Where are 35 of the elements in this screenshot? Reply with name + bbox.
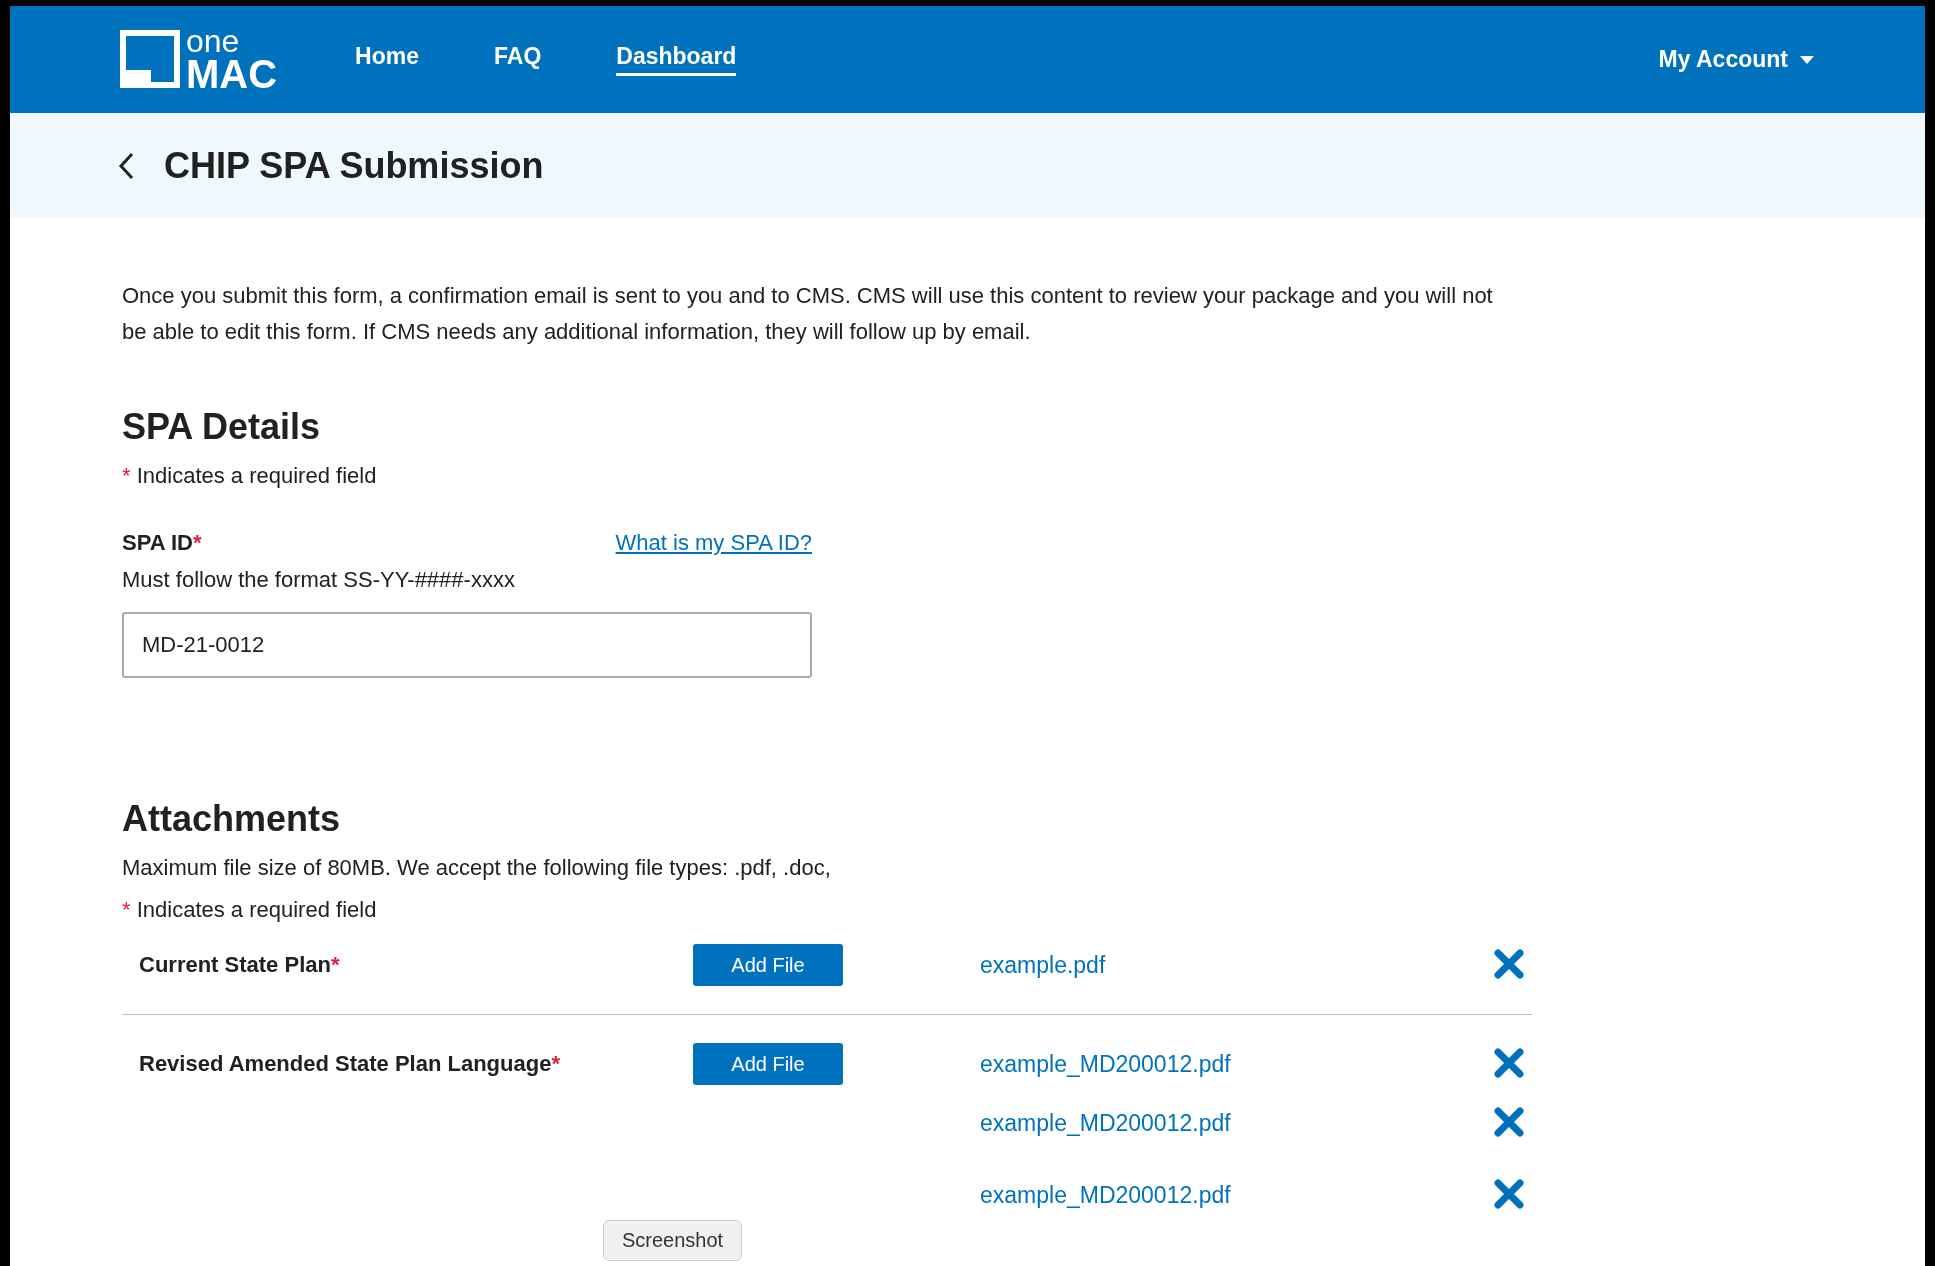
- close-icon: [1494, 948, 1524, 979]
- close-icon: [1494, 1047, 1524, 1078]
- field-hint: Must follow the format SS-YY-####-xxxx: [122, 566, 516, 594]
- remove-button[interactable]: [1492, 948, 1526, 982]
- add-file-button[interactable]: Add File: [693, 944, 843, 986]
- tooltip: Screenshot: [603, 1220, 743, 1261]
- spa-id-field[interactable]: MD-21-0012: [122, 612, 812, 678]
- nav-link[interactable]: Home: [355, 43, 419, 76]
- attachment-label: Revised Amended State Plan Language*: [139, 1051, 561, 1077]
- remove-button[interactable]: [1492, 1178, 1526, 1212]
- file-size-note: Maximum file size of 80MB. We accept the following file types: .pdf, .doc,: [122, 854, 832, 882]
- caret-icon: [1800, 55, 1814, 64]
- file-link[interactable]: example_MD200012.pdf: [980, 1050, 1492, 1078]
- file-link[interactable]: example_MD200012.pdf: [980, 1181, 1492, 1209]
- close-icon: [1494, 1106, 1524, 1137]
- back-icon[interactable]: [118, 151, 134, 180]
- nav-link[interactable]: Dashboard: [616, 43, 737, 76]
- section-heading: SPA Details: [122, 406, 322, 448]
- nav-link[interactable]: FAQ: [494, 43, 542, 76]
- file-link[interactable]: example_MD200012.pdf: [980, 1109, 1492, 1137]
- attachment-label: Current State Plan*: [139, 952, 341, 978]
- remove-button[interactable]: [1492, 1047, 1526, 1081]
- page-title: CHIP SPA Submission: [164, 144, 544, 187]
- close-icon: [1494, 1178, 1524, 1209]
- add-file-button[interactable]: Add File: [693, 1043, 843, 1085]
- account-menu[interactable]: My Account: [1652, 45, 1820, 74]
- file-link[interactable]: example.pdf: [980, 951, 1492, 979]
- required-note: * Indicates a required field: [122, 462, 378, 490]
- remove-button[interactable]: [1492, 1106, 1526, 1140]
- required-note: * Indicates a required field: [122, 896, 378, 924]
- section-heading: Attachments: [122, 798, 342, 840]
- help-link[interactable]: What is my SPA ID?: [615, 530, 812, 556]
- logo[interactable]: one MAC: [120, 27, 278, 92]
- field-label: SPA ID*: [122, 530, 202, 556]
- intro-text: Once you submit this form, a confirmation email is sent to you and to CMS. CMS will use this content to review your package and you will not be able to edit this form. If CMS needs any additional information, they will follow up by email.: [122, 282, 1494, 346]
